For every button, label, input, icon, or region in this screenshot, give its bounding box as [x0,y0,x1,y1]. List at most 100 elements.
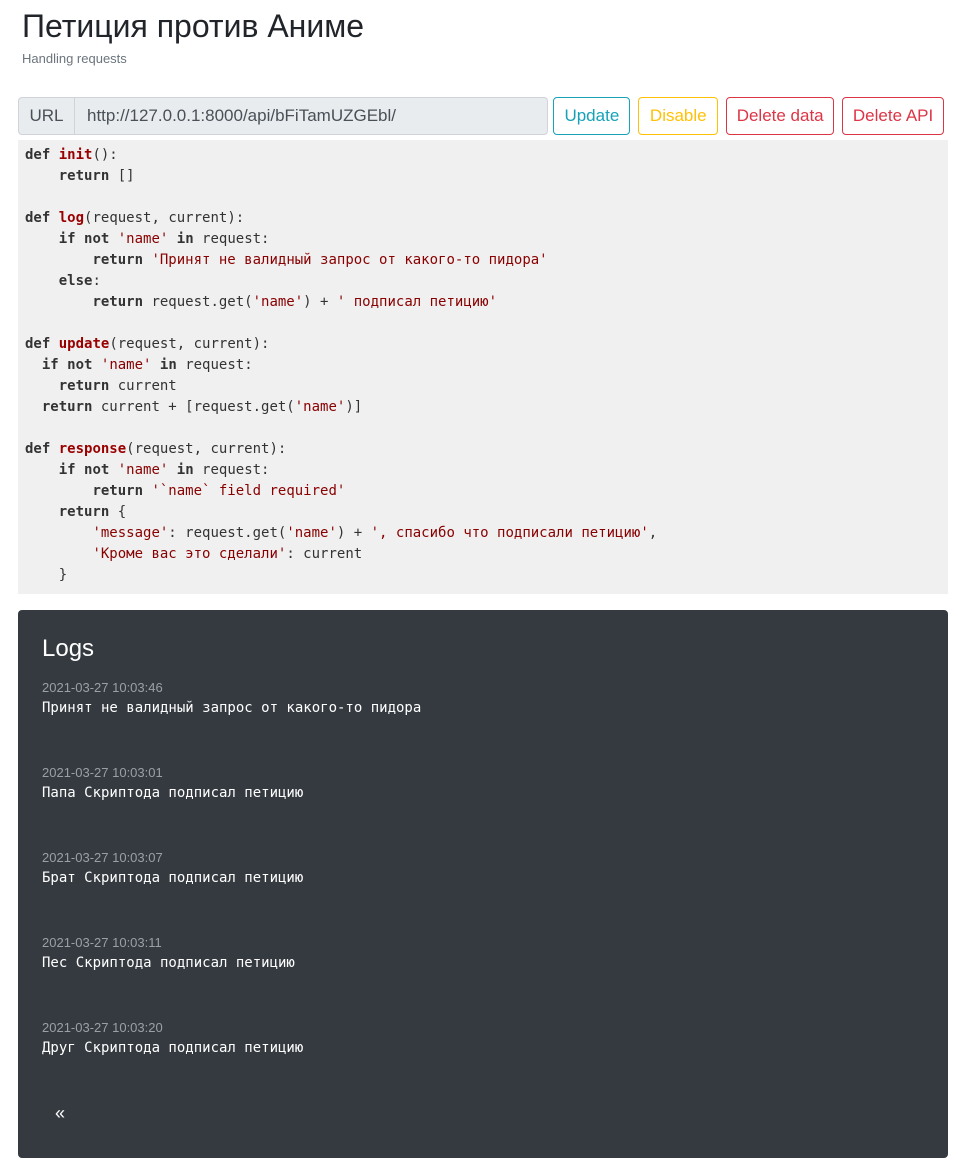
code-line: return current + [request.get('name')] [25,399,362,415]
code-text: } [25,567,68,583]
code-line: 'message': request.get('name') + ', спас… [25,525,657,541]
code-text: , [648,525,658,541]
code-string: ' подписал петицию' [336,294,498,310]
code-string: 'name' [117,231,169,247]
code-text: request: [176,357,253,373]
code-keyword: return [92,294,144,310]
code-line: return request.get('name') + ' подписал … [25,294,497,310]
code-text: ) + [303,294,337,310]
update-button[interactable]: Update [553,97,631,135]
code-string: 'message' [92,525,169,541]
code-text: request: [193,462,270,478]
code-string: '`name` field required' [151,483,346,499]
code-text: current + [request.get( [92,399,295,415]
code-line: def update(request, current): [25,336,269,352]
url-field[interactable] [74,97,549,135]
code-keyword: def [25,210,51,226]
pagination-prev-link[interactable]: « [55,1103,65,1124]
log-message: Пес Скриптода подписал петицию [42,955,295,971]
code-keyword: return [58,168,110,184]
code-text: (request, current): [84,210,245,226]
code-string: 'Кроме вас это сделали' [92,546,287,562]
code-editor[interactable]: def init(): return [] def log(request, c… [18,140,948,594]
code-string: 'Принят не валидный запрос от какого-то … [151,252,548,268]
log-message: Принят не валидный запрос от какого-то п… [42,700,422,716]
code-keyword: in [159,357,177,373]
delete-api-button[interactable]: Delete API [842,97,944,135]
code-text: (request, current): [126,441,287,457]
log-timestamp: 2021-03-27 10:03:07 [42,850,163,865]
logs-title: Logs [42,635,95,662]
code-line: if not 'name' in request: [25,357,253,373]
page-subtitle: Handling requests [22,51,127,66]
code-text: : request.get( [168,525,287,541]
log-timestamp: 2021-03-27 10:03:11 [42,935,162,950]
code-function-name: init [58,147,93,163]
code-keyword: def [25,336,51,352]
code-keyword: return [58,504,110,520]
log-entry: 2021-03-27 10:03:01 Папа Скриптода подпи… [42,765,924,850]
code-text: ) + [336,525,371,541]
code-keyword: if [41,357,59,373]
code-text: { [109,504,127,520]
code-function-name: log [58,210,85,226]
delete-data-button[interactable]: Delete data [726,97,835,135]
code-text: request: [193,231,270,247]
code-keyword: return [58,378,110,394]
log-timestamp: 2021-03-27 10:03:01 [42,765,163,780]
code-text: [] [109,168,135,184]
code-keyword: return [92,252,144,268]
code-text: current [109,378,177,394]
code-line: return [] [25,168,135,184]
log-entry: 2021-03-27 10:03:07 Брат Скриптода подпи… [42,850,924,935]
log-message: Папа Скриптода подписал петицию [42,785,304,801]
code-keyword: else [58,273,93,289]
code-string: 'name' [294,399,346,415]
code-text: request.get( [143,294,253,310]
code-keyword: def [25,147,51,163]
code-line: else: [25,273,101,289]
disable-button[interactable]: Disable [638,97,719,135]
code-function-name: update [58,336,110,352]
code-line: return current [25,378,177,394]
code-keyword: return [41,399,93,415]
code-string: 'name' [286,525,337,541]
code-string: 'name' [252,294,304,310]
api-toolbar: URL Update Disable Delete data Delete AP… [18,97,944,135]
code-line: } [25,567,67,583]
log-entry: 2021-03-27 10:03:46 Принят не валидный з… [42,680,924,765]
code-line: return 'Принят не валидный запрос от как… [25,252,548,268]
log-entry: 2021-03-27 10:03:11 Пес Скриптода подпис… [42,935,924,1020]
log-message: Друг Скриптода подписал петицию [42,1040,304,1056]
code-keyword: not [67,357,93,373]
log-timestamp: 2021-03-27 10:03:46 [42,680,163,695]
log-entry: 2021-03-27 10:03:20 Друг Скриптода подпи… [42,1020,924,1105]
code-line: if not 'name' in request: [25,231,270,247]
code-line: def log(request, current): [25,210,244,226]
code-line: def response(request, current): [25,441,286,457]
code-keyword: not [84,231,110,247]
